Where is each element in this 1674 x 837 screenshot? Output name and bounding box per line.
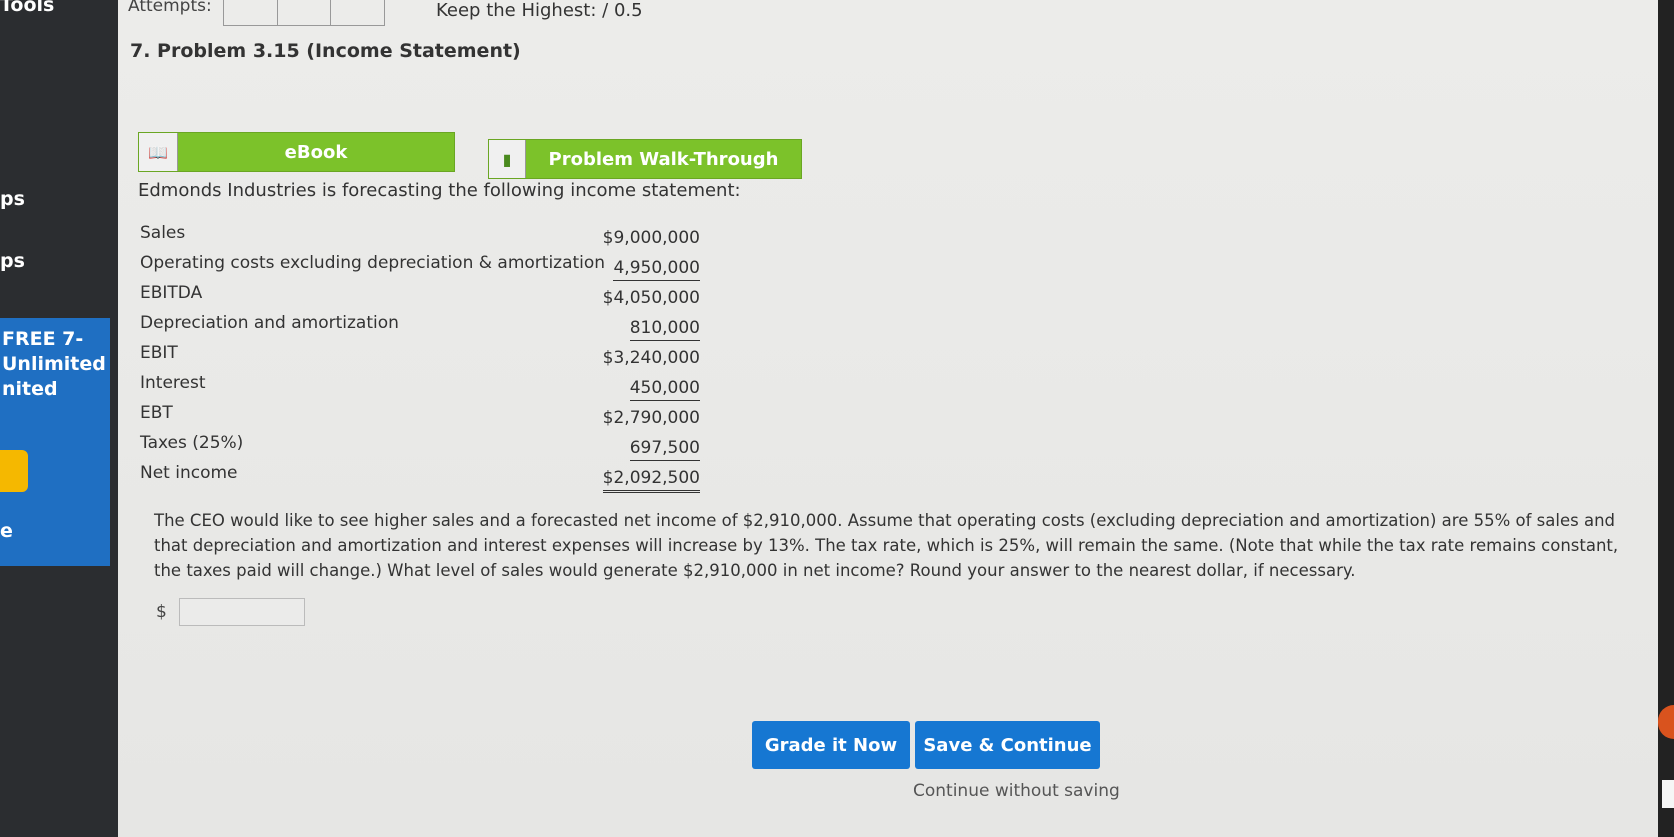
book-icon: 📖 (139, 133, 178, 171)
statement-value: $2,092,500 (602, 468, 700, 493)
statement-row: EBT $2,790,000 (140, 400, 700, 430)
statement-label: Taxes (25%) (140, 433, 244, 453)
statement-row: Interest 450,000 (140, 370, 700, 401)
keep-highest: Keep the Highest: / 0.5 (436, 0, 643, 21)
sidebar-item-2[interactable]: ps (0, 250, 25, 272)
statement-value: $2,790,000 (602, 408, 700, 428)
statement-row: Depreciation and amortization 810,000 (140, 310, 700, 341)
walkthrough-label: Problem Walk-Through (548, 148, 779, 170)
answer-row: $ (156, 598, 305, 626)
statement-value: 4,950,000 (613, 258, 700, 281)
attempts-boxes (223, 0, 385, 26)
film-icon: ▮ (489, 140, 526, 178)
grade-it-now-button[interactable]: Grade it Now (752, 721, 910, 769)
keep-highest-value: / 0.5 (602, 0, 643, 21)
promo-button[interactable] (0, 450, 28, 492)
continue-without-saving-link[interactable]: Continue without saving (913, 781, 1120, 801)
statement-row: Net income $2,092,500 (140, 460, 700, 493)
save-continue-button[interactable]: Save & Continue (915, 721, 1100, 769)
statement-row: Taxes (25%) 697,500 (140, 430, 700, 461)
problem-title: 7. Problem 3.15 (Income Statement) (130, 40, 521, 62)
attempts-label: Attempts: (128, 0, 212, 16)
ebook-button[interactable]: 📖 eBook (138, 132, 455, 172)
statement-label: Operating costs excluding depreciation &… (140, 253, 606, 273)
statement-value: 697,500 (629, 438, 700, 461)
promo-line-1: FREE 7- (2, 328, 84, 350)
promo-line-3: nited (2, 378, 58, 400)
promo-banner[interactable]: FREE 7- Unlimited nited (0, 318, 110, 566)
statement-label: Interest (140, 373, 206, 393)
statement-label: EBITDA (140, 283, 203, 303)
statement-row: Sales $9,000,000 (140, 220, 700, 250)
right-edge-tab[interactable] (1662, 780, 1674, 808)
dollar-prefix: $ (156, 602, 167, 622)
statement-row: EBITDA $4,050,000 (140, 280, 700, 310)
statement-value: 450,000 (629, 378, 700, 401)
main-content: Attempts: Keep the Highest: / 0.5 7. Pro… (118, 0, 1674, 837)
statement-value: 810,000 (629, 318, 700, 341)
problem-intro: Edmonds Industries is forecasting the fo… (138, 180, 741, 201)
statement-value: $9,000,000 (602, 228, 700, 248)
problem-walkthrough-button[interactable]: ▮ Problem Walk-Through (488, 139, 802, 179)
income-statement: Sales $9,000,000 Operating costs excludi… (140, 220, 700, 493)
statement-label: Sales (140, 223, 186, 243)
statement-label: EBT (140, 403, 173, 423)
statement-value: $4,050,000 (602, 288, 700, 308)
statement-label: EBIT (140, 343, 178, 363)
statement-row: EBIT $3,240,000 (140, 340, 700, 370)
statement-value: $3,240,000 (602, 348, 700, 368)
statement-label: Depreciation and amortization (140, 313, 399, 333)
statement-row: Operating costs excluding depreciation &… (140, 250, 700, 281)
left-sidebar: Tools ps ps FREE 7- Unlimited nited e (0, 0, 118, 837)
sidebar-tools-label[interactable]: Tools (0, 0, 54, 16)
promo-extra-label: e (0, 520, 13, 542)
question-text: The CEO would like to see higher sales a… (154, 511, 1619, 580)
sales-answer-input[interactable] (178, 598, 305, 626)
keep-highest-label: Keep the Highest: (436, 0, 597, 21)
sidebar-item-1[interactable]: ps (0, 188, 25, 210)
promo-line-2: Unlimited (2, 353, 106, 375)
statement-label: Net income (140, 463, 238, 483)
ebook-label: eBook (284, 141, 348, 163)
